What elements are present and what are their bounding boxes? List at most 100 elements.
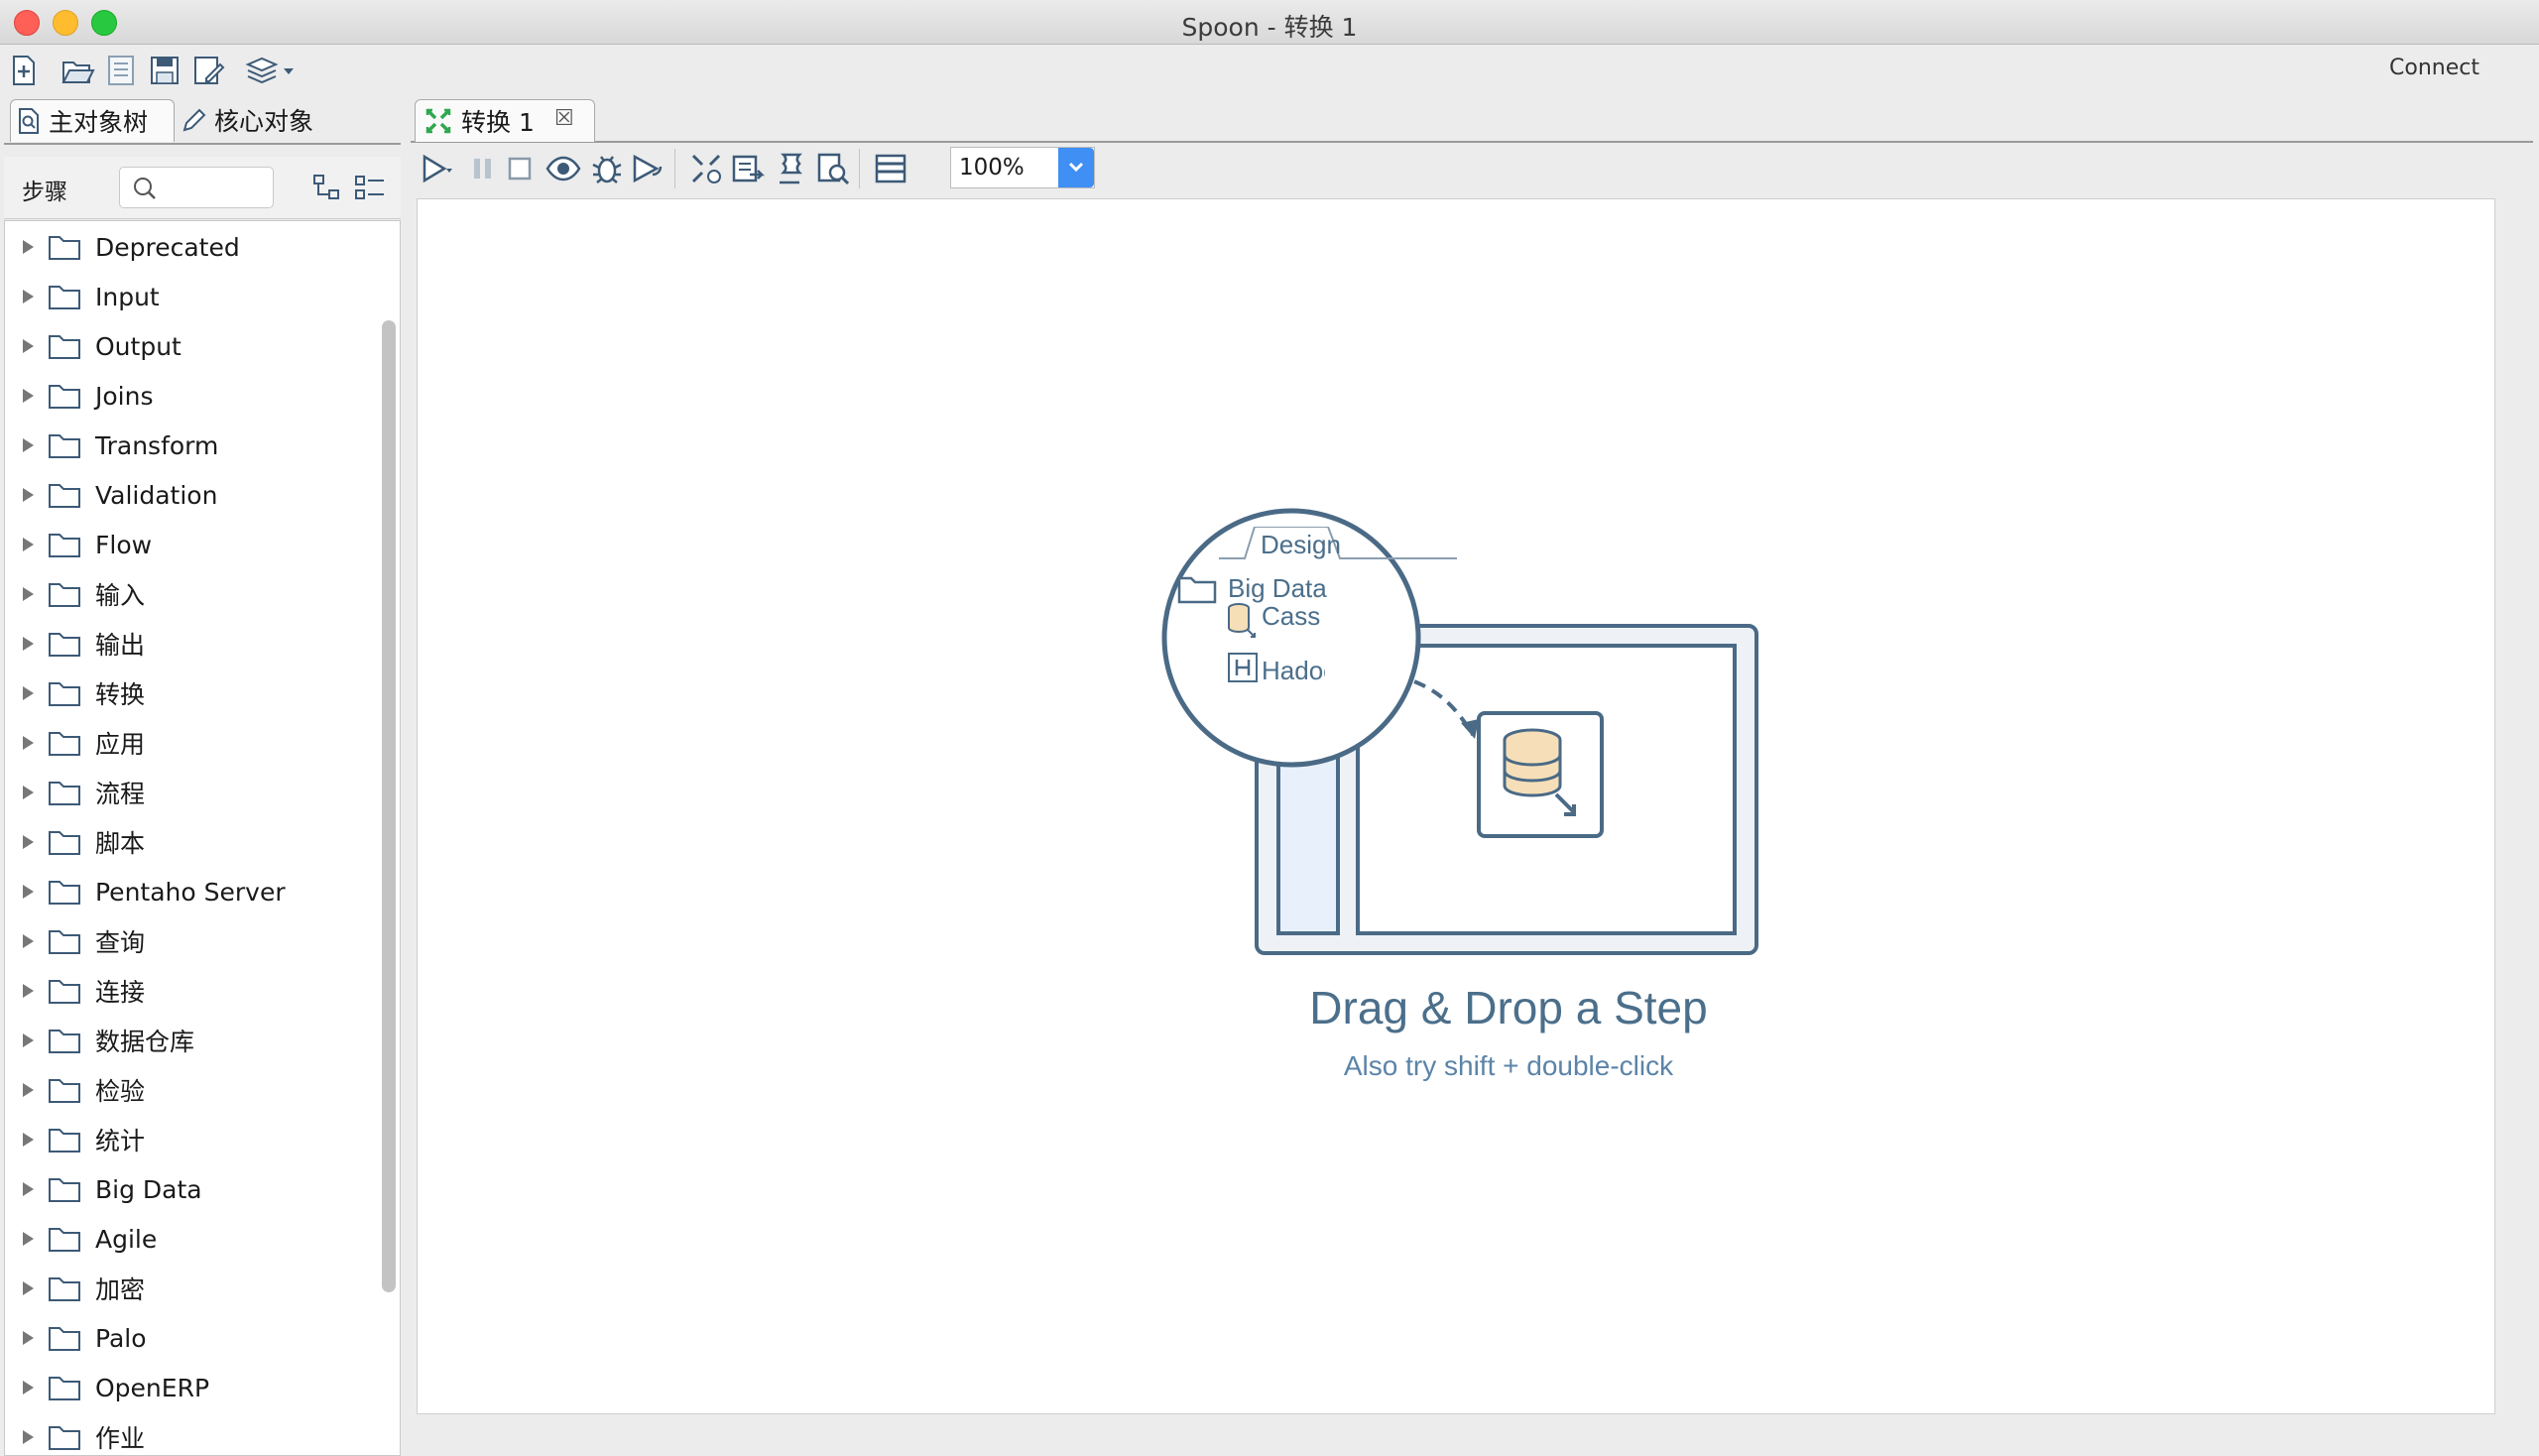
explore-repository-icon[interactable]	[103, 53, 139, 88]
search-icon	[134, 178, 156, 199]
tree-item[interactable]: Flow	[5, 525, 372, 564]
tree-item-label: 脚本	[95, 829, 146, 858]
expand-arrow-icon[interactable]	[23, 934, 34, 948]
close-tab-icon[interactable]: ☒	[554, 106, 574, 131]
tree-item-label: 输出	[95, 631, 146, 660]
expand-arrow-icon[interactable]	[23, 1182, 34, 1196]
tree-item[interactable]: 检验	[5, 1070, 372, 1110]
tree-item[interactable]: Validation	[5, 475, 372, 515]
expand-arrow-icon[interactable]	[23, 1232, 34, 1246]
tree-item[interactable]: Agile	[5, 1219, 372, 1259]
open-file-icon[interactable]	[60, 53, 95, 88]
tab-main-tree[interactable]: 主对象树	[10, 99, 175, 142]
tree-item[interactable]: Input	[5, 277, 372, 316]
tree-item[interactable]: Transform	[5, 425, 372, 465]
perspective-layers-icon[interactable]	[244, 53, 300, 88]
tree-item[interactable]: 加密	[5, 1269, 372, 1308]
folder-icon	[49, 930, 80, 954]
transformation-canvas[interactable]: Design Big Data Cassandr Hadoop Drag & D	[417, 198, 2495, 1414]
folder-icon	[49, 1129, 80, 1153]
folder-icon	[49, 633, 80, 657]
folder-icon	[49, 980, 80, 1004]
tree-item-label: 转换	[95, 680, 146, 709]
database-step-icon	[1228, 603, 1256, 638]
expand-arrow-icon[interactable]	[23, 1083, 34, 1097]
tree-item[interactable]: 输入	[5, 574, 372, 614]
folder-icon	[49, 1178, 80, 1202]
expand-all-icon[interactable]	[353, 173, 387, 202]
expand-arrow-icon[interactable]	[23, 1281, 34, 1295]
tree-item[interactable]: Pentaho Server	[5, 872, 372, 911]
expand-arrow-icon[interactable]	[23, 339, 34, 353]
zoom-select[interactable]: 100%	[950, 147, 1095, 188]
expand-arrow-icon[interactable]	[23, 835, 34, 849]
stop-icon[interactable]	[506, 151, 536, 186]
tree-item[interactable]: 应用	[5, 723, 372, 763]
expand-arrow-icon[interactable]	[23, 538, 34, 551]
collapse-all-icon[interactable]	[311, 173, 343, 202]
spoon-window: Spoon - 转换 1 Connect 主对象树 核心对象 步骤 Deprec…	[0, 0, 2539, 1456]
save-as-icon[interactable]	[190, 53, 226, 88]
folder-icon	[49, 335, 80, 359]
expand-arrow-icon[interactable]	[23, 389, 34, 403]
run-icon[interactable]	[421, 151, 454, 186]
toolbar-separator	[674, 149, 675, 188]
tree-item[interactable]: Output	[5, 326, 372, 366]
tree-item[interactable]: 脚本	[5, 822, 372, 862]
tree-item[interactable]: OpenERP	[5, 1368, 372, 1407]
expand-arrow-icon[interactable]	[23, 488, 34, 502]
tree-item[interactable]: Joins	[5, 376, 372, 416]
steps-search-input[interactable]	[119, 167, 274, 208]
tree-item[interactable]: 连接	[5, 971, 372, 1011]
explore-database-icon[interactable]	[815, 151, 851, 186]
expand-arrow-icon[interactable]	[23, 686, 34, 700]
expand-arrow-icon[interactable]	[23, 1430, 34, 1444]
tree-item[interactable]: 转换	[5, 673, 372, 713]
tree-item[interactable]: 输出	[5, 624, 372, 664]
tree-item[interactable]: 查询	[5, 921, 372, 961]
new-file-icon[interactable]	[6, 53, 42, 88]
preview-icon[interactable]	[545, 151, 581, 186]
expand-arrow-icon[interactable]	[23, 290, 34, 303]
save-icon[interactable]	[147, 53, 182, 88]
expand-arrow-icon[interactable]	[23, 587, 34, 601]
show-results-icon[interactable]	[873, 151, 908, 186]
tab-transformation-1[interactable]: 转换 1 ☒	[415, 99, 595, 142]
expand-arrow-icon[interactable]	[23, 736, 34, 750]
tree-item[interactable]: Deprecated	[5, 227, 372, 267]
expand-arrow-icon[interactable]	[23, 637, 34, 651]
folder-icon	[49, 1327, 80, 1351]
expand-arrow-icon[interactable]	[23, 885, 34, 899]
tab-core-objects[interactable]: 核心对象	[175, 99, 363, 141]
tree-item-label: 应用	[95, 730, 146, 759]
expand-arrow-icon[interactable]	[23, 1033, 34, 1047]
expand-arrow-icon[interactable]	[23, 984, 34, 998]
expand-arrow-icon[interactable]	[23, 438, 34, 452]
debug-icon[interactable]	[589, 151, 625, 186]
tree-item[interactable]: 统计	[5, 1120, 372, 1159]
expand-arrow-icon[interactable]	[23, 240, 34, 254]
tree-item[interactable]: 数据仓库	[5, 1021, 372, 1060]
expand-arrow-icon[interactable]	[23, 786, 34, 799]
folder-icon	[49, 434, 80, 458]
folder-icon	[49, 682, 80, 706]
tree-item-label: OpenERP	[95, 1373, 210, 1402]
tree-item-label: Output	[95, 331, 181, 361]
zoom-dropdown-button[interactable]	[1058, 148, 1094, 187]
tree-scrollbar[interactable]	[382, 320, 396, 1292]
expand-arrow-icon[interactable]	[23, 1133, 34, 1147]
verify-icon[interactable]	[688, 151, 724, 186]
tree-item[interactable]: 作业	[5, 1417, 372, 1455]
expand-arrow-icon[interactable]	[23, 1381, 34, 1395]
replay-icon[interactable]	[631, 151, 666, 186]
tree-item[interactable]: 流程	[5, 773, 372, 812]
tree-item[interactable]: Big Data	[5, 1169, 372, 1209]
sql-icon[interactable]	[774, 151, 809, 186]
tree-item-label: Agile	[95, 1224, 158, 1254]
pause-icon[interactable]	[470, 151, 496, 186]
impact-analysis-icon[interactable]	[730, 151, 766, 186]
folder-icon	[49, 831, 80, 855]
tree-item[interactable]: Palo	[5, 1318, 372, 1358]
expand-arrow-icon[interactable]	[23, 1331, 34, 1345]
connect-button[interactable]: Connect	[2389, 56, 2479, 80]
